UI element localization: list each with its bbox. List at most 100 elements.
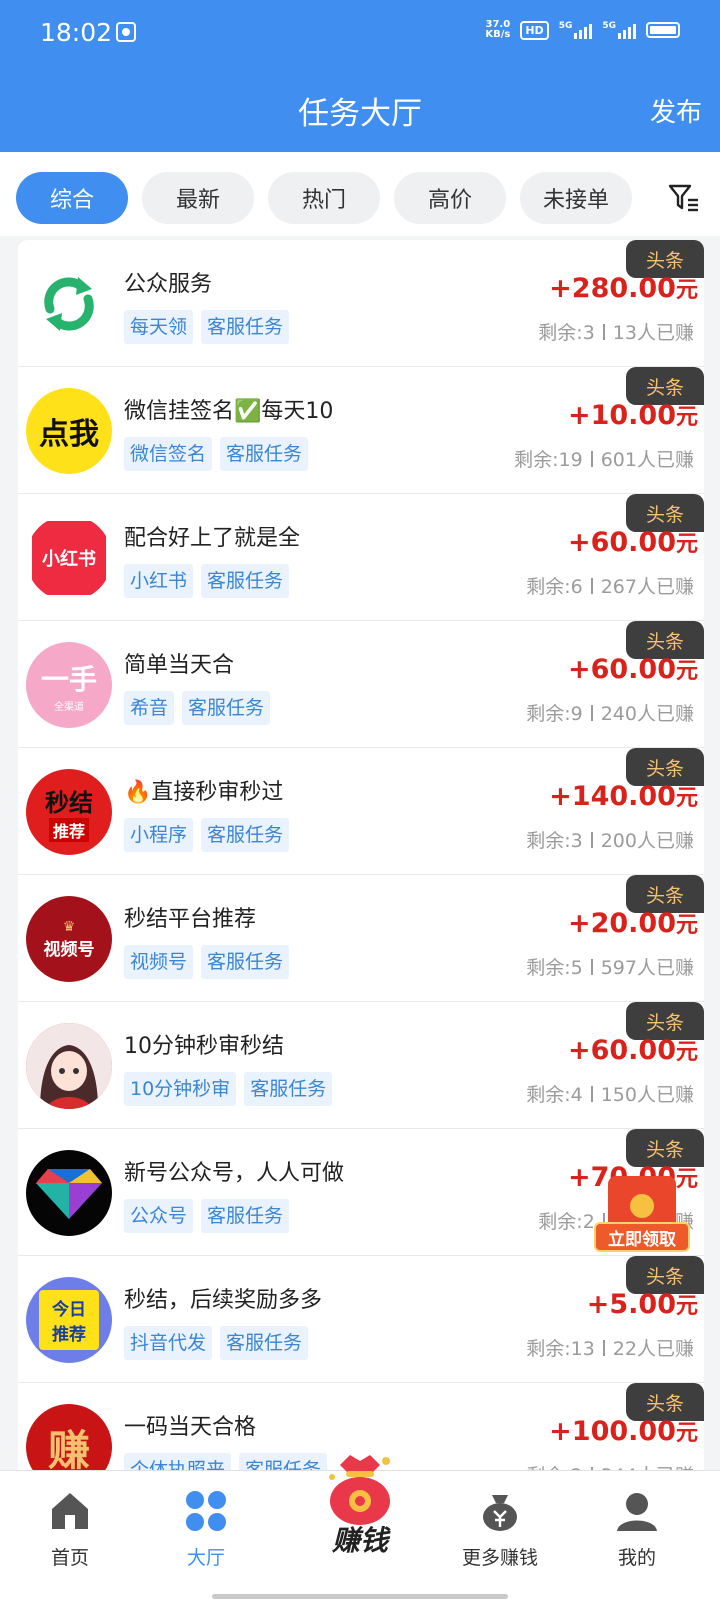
task-title: 秒结，后续奖励多多 xyxy=(124,1288,323,1313)
moneybag-icon xyxy=(483,1495,517,1531)
stats-divider xyxy=(590,959,593,975)
task-list: 公众服务 每天领 客服任务 头条 +280.00元 剩余:3 13人已赚 点我 微… xyxy=(18,240,704,1510)
filter-chip-unclaimed[interactable]: 未接单 xyxy=(520,172,632,224)
battery-icon xyxy=(646,22,680,38)
filter-chip-high-price[interactable]: 高价 xyxy=(394,172,506,224)
floating-redpacket-button[interactable]: 立即领取 xyxy=(594,1176,690,1256)
task-stats: 剩余:3 200人已赚 xyxy=(526,826,694,853)
diamond-icon xyxy=(26,1150,112,1236)
remaining-count: 2 xyxy=(582,1211,595,1233)
grid-icon xyxy=(186,1491,226,1531)
task-stats: 剩余:9 240人已赚 xyxy=(526,699,694,726)
filter-chip-hot[interactable]: 热门 xyxy=(268,172,380,224)
remaining-count: 19 xyxy=(558,449,583,471)
reward-unit: 元 xyxy=(675,913,698,938)
remaining-label: 剩余: xyxy=(526,1084,571,1106)
status-time: 18:02 xyxy=(40,18,113,47)
earned-label: 人已赚 xyxy=(636,576,694,598)
task-item[interactable]: 小红书 配合好上了就是全 小红书 客服任务 头条 +60.00元 剩余:6 267… xyxy=(18,494,704,621)
task-tag: 客服任务 xyxy=(201,1199,290,1233)
remaining-count: 3 xyxy=(582,322,595,344)
reward-unit: 元 xyxy=(675,1040,698,1065)
reward-amount: +280.00 xyxy=(549,273,676,304)
task-tag: 小红书 xyxy=(124,564,194,598)
claim-now-label: 立即领取 xyxy=(594,1222,690,1252)
reward-unit: 元 xyxy=(675,532,698,557)
task-item[interactable]: ♛ 视频号 秒结平台推荐 视频号 客服任务 头条 +20.00元 剩余:5 597… xyxy=(18,875,704,1002)
stats-divider xyxy=(590,451,593,467)
tab-earn[interactable]: 赚钱 xyxy=(310,1451,410,1571)
task-item[interactable]: 今日 推荐 秒结，后续奖励多多 抖音代发 客服任务 头条 +5.00元 剩余:1… xyxy=(18,1256,704,1383)
tab-mine[interactable]: 我的 xyxy=(577,1489,697,1589)
reward-amount: +140.00 xyxy=(549,781,676,812)
remaining-count: 9 xyxy=(570,703,583,725)
stats-divider xyxy=(602,1340,605,1356)
crown-icon: ♛ xyxy=(62,918,76,935)
avatar-text: 一手 xyxy=(40,662,97,696)
tab-more-earn[interactable]: 更多赚钱 xyxy=(440,1489,560,1589)
network-speed: 37.0 KB/s xyxy=(485,20,510,40)
home-indicator[interactable] xyxy=(212,1594,508,1599)
avatar-text: 小红书 xyxy=(42,549,96,570)
bottom-navigation: 首页 大厅 赚钱 更多赚钱 我的 xyxy=(0,1455,720,1600)
status-bar: 18:02 37.0 KB/s HD 5G 5G xyxy=(0,0,720,66)
yishou-icon: 一手 全渠道 xyxy=(26,642,112,728)
home-icon xyxy=(52,1493,88,1529)
earned-count: 22 xyxy=(612,1338,637,1360)
reward-unit: 元 xyxy=(675,278,698,303)
task-tag: 客服任务 xyxy=(220,1326,309,1360)
avatar-text: 点我 xyxy=(39,417,99,452)
reward-unit: 元 xyxy=(675,405,698,430)
avatar-subtext: 全渠道 xyxy=(54,701,84,713)
task-stats: 剩余:3 13人已赚 xyxy=(538,318,694,345)
tab-home[interactable]: 首页 xyxy=(10,1489,130,1589)
publish-button[interactable]: 发布 xyxy=(650,92,702,129)
tab-hall[interactable]: 大厅 xyxy=(146,1489,266,1589)
stats-divider xyxy=(590,578,593,594)
remaining-label: 剩余: xyxy=(514,449,559,471)
earned-label: 人已赚 xyxy=(636,703,694,725)
remaining-count: 4 xyxy=(570,1084,583,1106)
coin-icon xyxy=(630,1194,654,1218)
task-title: 🔥直接秒审秒过 xyxy=(124,780,284,805)
remaining-label: 剩余: xyxy=(526,1338,571,1360)
earned-label: 人已赚 xyxy=(636,957,694,979)
avatar-subtext: 推荐 xyxy=(52,1325,86,1345)
task-item[interactable]: 秒结 推荐 🔥直接秒审秒过 小程序 客服任务 头条 +140.00元 剩余:3 2… xyxy=(18,748,704,875)
task-tags: 小程序 客服任务 xyxy=(124,818,290,852)
status-indicators: 37.0 KB/s HD 5G 5G xyxy=(485,20,680,40)
filter-chip-comprehensive[interactable]: 综合 xyxy=(16,172,128,224)
today-recommend-icon: 今日 推荐 xyxy=(26,1277,112,1363)
task-tag: 客服任务 xyxy=(201,310,290,344)
filter-icon[interactable] xyxy=(668,182,700,214)
task-item[interactable]: 一手 全渠道 简单当天合 希音 客服任务 头条 +60.00元 剩余:9 240人… xyxy=(18,621,704,748)
reward-amount: +60.00 xyxy=(567,527,676,558)
filter-chip-newest[interactable]: 最新 xyxy=(142,172,254,224)
task-tags: 10分钟秒审 客服任务 xyxy=(124,1072,333,1106)
task-item[interactable]: 点我 微信挂签名✅每天10 微信签名 客服任务 头条 +10.00元 剩余:19… xyxy=(18,367,704,494)
task-tags: 抖音代发 客服任务 xyxy=(124,1326,309,1360)
avatar-text: 秒结 xyxy=(45,788,93,817)
task-tags: 希音 客服任务 xyxy=(124,691,271,725)
task-stats: 剩余:6 267人已赚 xyxy=(526,572,694,599)
reward-unit: 元 xyxy=(675,1421,698,1446)
task-tags: 每天领 客服任务 xyxy=(124,310,290,344)
task-tag: 希音 xyxy=(124,691,175,725)
earned-label: 人已赚 xyxy=(636,1338,694,1360)
remaining-label: 剩余: xyxy=(526,576,571,598)
stats-divider xyxy=(590,705,593,721)
task-tag: 抖音代发 xyxy=(124,1326,213,1360)
earned-count: 240 xyxy=(600,703,637,725)
task-item[interactable]: 10分钟秒审秒结 10分钟秒审 客服任务 头条 +60.00元 剩余:4 150人… xyxy=(18,1002,704,1129)
avatar-text: 视频号 xyxy=(43,939,95,960)
task-tags: 微信签名 客服任务 xyxy=(124,437,309,471)
task-item[interactable]: 公众服务 每天领 客服任务 头条 +280.00元 剩余:3 13人已赚 xyxy=(18,240,704,367)
remaining-label: 剩余: xyxy=(538,322,583,344)
task-tag: 客服任务 xyxy=(201,564,290,598)
remaining-count: 6 xyxy=(570,576,583,598)
stats-divider xyxy=(590,1086,593,1102)
reward-unit: 元 xyxy=(675,786,698,811)
reward-amount: +10.00 xyxy=(567,400,676,431)
reward-amount: +20.00 xyxy=(567,908,676,939)
header: 任务大厅 发布 xyxy=(0,66,720,152)
